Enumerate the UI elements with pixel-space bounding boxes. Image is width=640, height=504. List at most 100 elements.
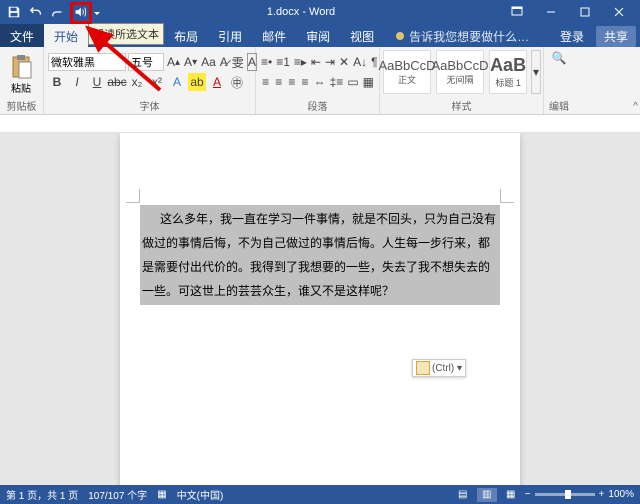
bold-button[interactable]: B: [48, 73, 66, 91]
style-heading1[interactable]: AaB 标题 1: [489, 50, 527, 94]
tab-view[interactable]: 视图: [340, 24, 384, 47]
login-button[interactable]: 登录: [554, 26, 590, 47]
zoom-in-icon[interactable]: +: [599, 489, 605, 500]
tab-references[interactable]: 引用: [208, 24, 252, 47]
word-count[interactable]: 107/107 个字: [88, 487, 147, 502]
borders-icon[interactable]: ▦: [362, 73, 375, 91]
style-preview: AaB: [490, 55, 526, 76]
web-layout-icon[interactable]: ▦: [501, 488, 521, 502]
ruler: [0, 115, 640, 133]
clipboard-icon: [416, 361, 430, 375]
tab-home[interactable]: 开始: [44, 24, 88, 47]
tell-me-text: 告诉我您想要做什么…: [409, 28, 529, 45]
underline-button[interactable]: U: [88, 73, 106, 91]
save-icon[interactable]: [4, 3, 24, 21]
paragraph-group-label: 段落: [256, 97, 379, 114]
selected-text[interactable]: 这么多年，我一直在学习一件事情，就是不回头，只为自己没有做过的事情后悔，不为自己…: [140, 205, 500, 305]
group-paragraph: ≡• ≡1 ≡▸ ⇤ ⇥ ✕ A↓ ¶ ≡ ≡ ≡ ≡ ⇔ ‡≡ ▭: [256, 47, 380, 114]
phonetic-guide-icon[interactable]: 雯: [231, 53, 245, 71]
sort-icon[interactable]: A↓: [352, 53, 368, 71]
tab-layout[interactable]: 布局: [164, 24, 208, 47]
font-group-label: 字体: [44, 97, 255, 114]
close-icon[interactable]: [602, 0, 636, 24]
distribute-icon[interactable]: ⇔: [313, 73, 327, 91]
group-styles: AaBbCcD 正文 AaBbCcD 无间隔 AaB 标题 1 ▾ 样式: [380, 47, 544, 114]
spellcheck-icon[interactable]: ▦: [157, 489, 166, 500]
style-normal[interactable]: AaBbCcD 正文: [383, 50, 431, 94]
title-bar: 1.docx - Word: [0, 0, 640, 24]
minimize-icon[interactable]: [534, 0, 568, 24]
style-name: 无间隔: [446, 73, 473, 86]
zoom-out-icon[interactable]: −: [525, 489, 531, 500]
paste-options-button[interactable]: (Ctrl) ▾: [412, 359, 466, 377]
strike-button[interactable]: abc: [108, 73, 126, 91]
group-clipboard: 粘贴 剪贴板: [0, 47, 44, 114]
tell-me[interactable]: 告诉我您想要做什么…: [384, 24, 539, 47]
document-area[interactable]: 这么多年，我一直在学习一件事情，就是不回头，只为自己没有做过的事情后悔，不为自己…: [0, 133, 640, 485]
undo-icon[interactable]: [26, 3, 46, 21]
find-icon[interactable]: 🔍: [550, 49, 568, 67]
tab-mailings[interactable]: 邮件: [252, 24, 296, 47]
page-indicator[interactable]: 第 1 页，共 1 页: [6, 487, 78, 502]
ribbon: 粘贴 剪贴板 A▴ A▾ Aa A̷ 雯 A B I: [0, 47, 640, 115]
zoom-level[interactable]: 100%: [608, 489, 634, 500]
read-mode-icon[interactable]: ▤: [453, 488, 473, 502]
align-justify-icon[interactable]: ≡: [299, 73, 310, 91]
share-button[interactable]: 共享: [596, 26, 636, 47]
style-nospacing[interactable]: AaBbCcD 无间隔: [436, 50, 484, 94]
tooltip-speak-selection: 朗读所选文本: [88, 23, 164, 45]
style-preview: AaBbCcD: [431, 58, 488, 73]
collapse-ribbon-icon[interactable]: ^: [633, 101, 638, 112]
italic-button[interactable]: I: [68, 73, 86, 91]
margin-corner-icon: [126, 189, 140, 203]
qat-customize-icon[interactable]: [92, 8, 102, 16]
text-effects-icon[interactable]: A: [168, 73, 186, 91]
print-layout-icon[interactable]: ▥: [477, 488, 497, 502]
align-center-icon[interactable]: ≡: [273, 73, 284, 91]
numbering-icon[interactable]: ≡1: [275, 53, 291, 71]
bullets-icon[interactable]: ≡•: [260, 53, 273, 71]
group-edit: 🔍 编辑: [544, 47, 574, 114]
style-preview: AaBbCcD: [378, 58, 435, 73]
enclose-char-icon[interactable]: ㊥: [228, 73, 246, 91]
align-right-icon[interactable]: ≡: [286, 73, 297, 91]
window-controls: [500, 0, 636, 24]
style-name: 正文: [398, 73, 416, 86]
paste-options-label: (Ctrl) ▾: [432, 363, 462, 374]
margin-corner-icon: [500, 189, 514, 203]
styles-more-icon[interactable]: ▾: [531, 50, 541, 94]
asian-layout-icon[interactable]: ✕: [338, 53, 350, 71]
tab-review[interactable]: 审阅: [296, 24, 340, 47]
superscript-button[interactable]: x²: [148, 73, 166, 91]
language-indicator[interactable]: 中文(中国): [177, 487, 224, 502]
group-font: A▴ A▾ Aa A̷ 雯 A B I U abc x₂ x² A ab A: [44, 47, 256, 114]
paste-label: 粘贴: [11, 80, 31, 95]
ribbon-options-icon[interactable]: [500, 0, 534, 24]
tab-file[interactable]: 文件: [0, 24, 44, 47]
maximize-icon[interactable]: [568, 0, 602, 24]
paste-button[interactable]: 粘贴: [4, 50, 38, 95]
style-name: 标题 1: [495, 76, 521, 89]
subscript-button[interactable]: x₂: [128, 73, 146, 91]
align-left-icon[interactable]: ≡: [260, 73, 271, 91]
speak-selection-icon[interactable]: [70, 3, 90, 21]
zoom-slider[interactable]: [535, 493, 595, 496]
grow-font-icon[interactable]: A▴: [166, 53, 181, 71]
font-size-select[interactable]: [128, 53, 164, 71]
font-color-icon[interactable]: A: [208, 73, 226, 91]
show-marks-icon[interactable]: ¶: [370, 53, 378, 71]
font-name-select[interactable]: [48, 53, 126, 71]
shrink-font-icon[interactable]: A▾: [183, 53, 198, 71]
multilevel-icon[interactable]: ≡▸: [293, 53, 308, 71]
clipboard-group-label: 剪贴板: [0, 97, 43, 114]
change-case-icon[interactable]: Aa: [200, 53, 217, 71]
status-bar: 第 1 页，共 1 页 107/107 个字 ▦ 中文(中国) ▤ ▥ ▦ − …: [0, 485, 640, 504]
window-title: 1.docx - Word: [102, 6, 500, 18]
redo-icon[interactable]: [48, 3, 68, 21]
indent-dec-icon[interactable]: ⇤: [310, 53, 322, 71]
indent-inc-icon[interactable]: ⇥: [324, 53, 336, 71]
line-spacing-icon[interactable]: ‡≡: [329, 73, 345, 91]
highlight-icon[interactable]: ab: [188, 73, 206, 91]
clear-format-icon[interactable]: A̷: [219, 53, 229, 71]
shading-icon[interactable]: ▭: [346, 73, 359, 91]
